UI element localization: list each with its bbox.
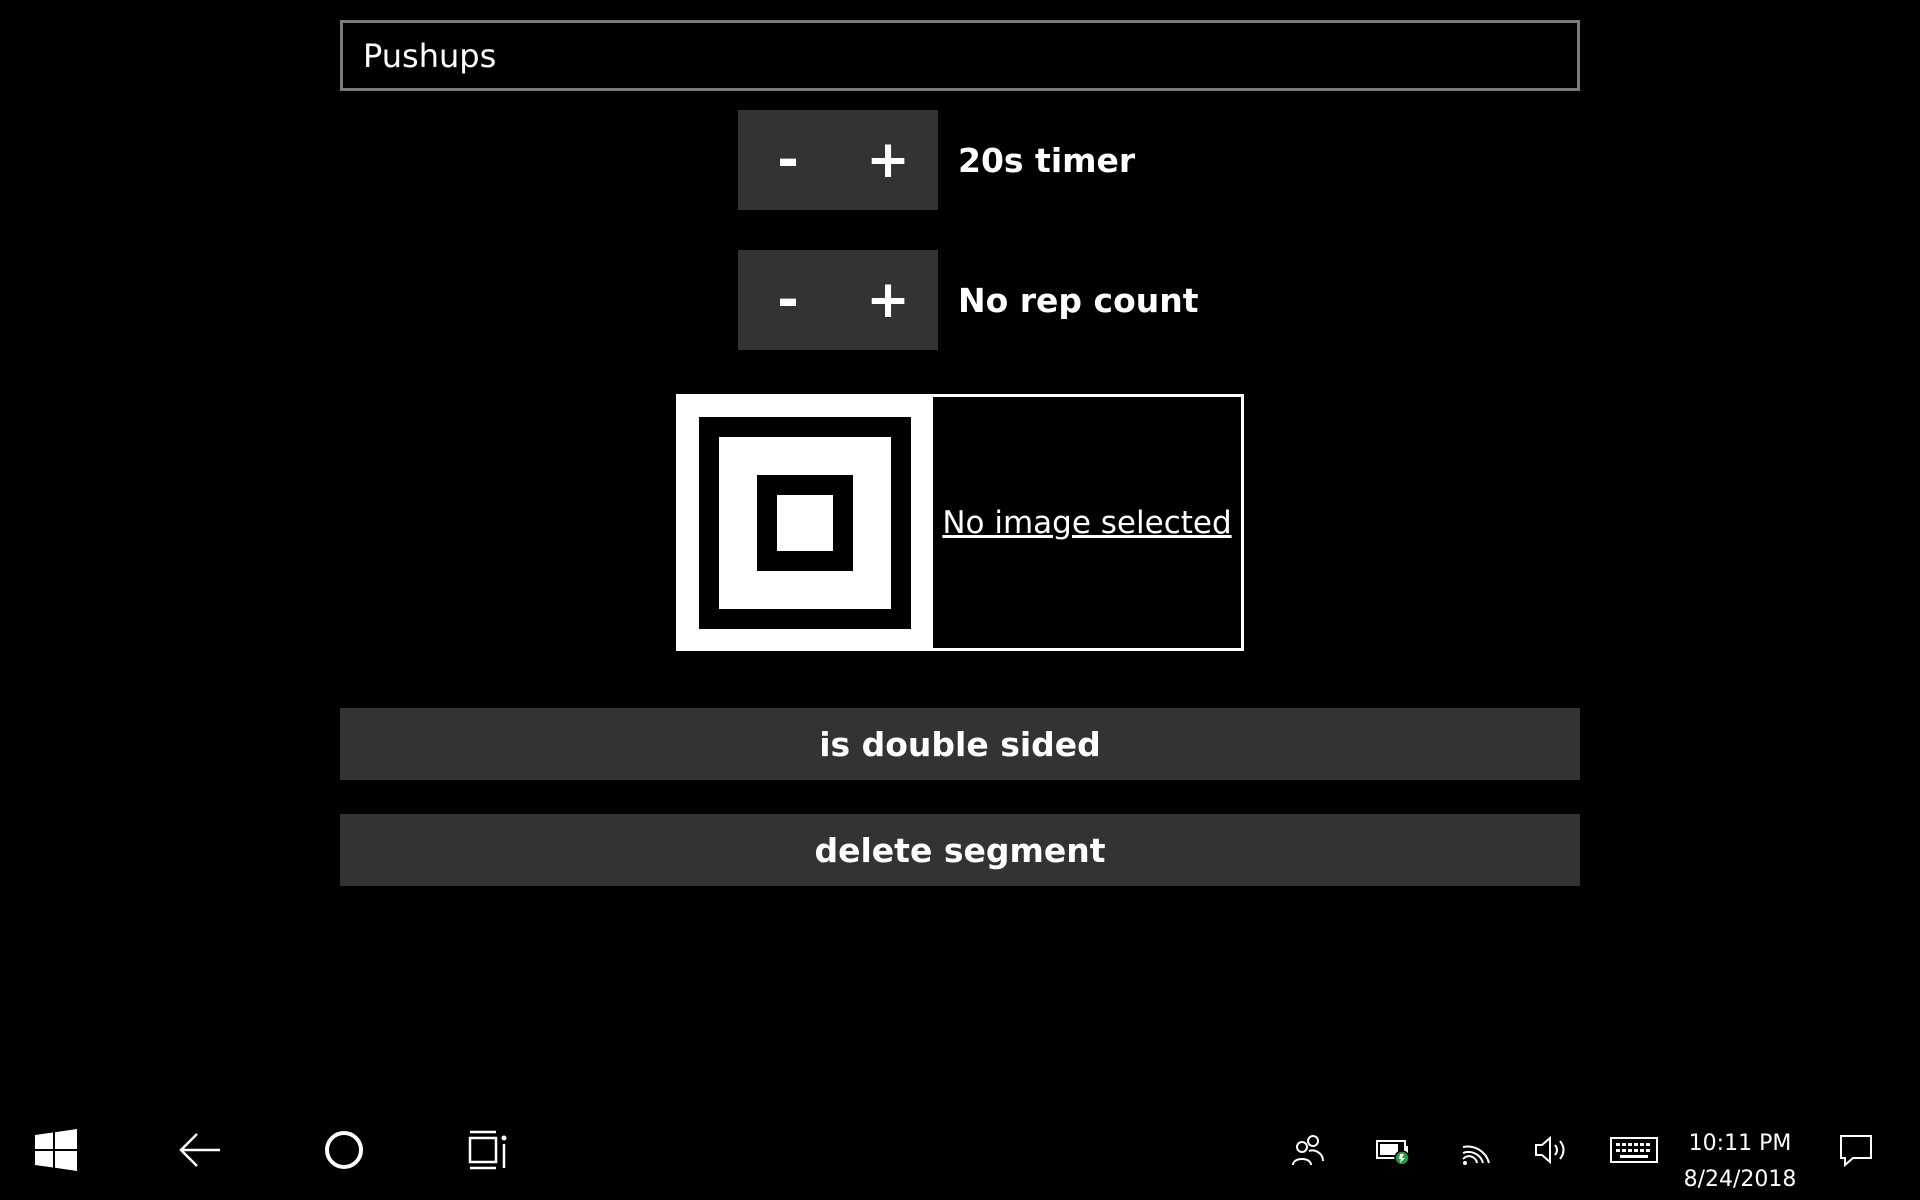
segment-name-input[interactable] [340,20,1580,91]
task-view-icon[interactable] [460,1125,516,1175]
image-picker-button[interactable]: No image selected [676,394,1244,651]
reps-decrease-button[interactable]: - [738,250,838,350]
taskbar-clock[interactable]: 10:11 PM 8/24/2018 [1670,1126,1810,1198]
no-image-selected-link[interactable]: No image selected [933,397,1241,648]
timer-stepper: - + [738,110,938,210]
wifi-icon[interactable] [1454,1128,1498,1172]
timer-decrease-button[interactable]: - [738,110,838,210]
image-placeholder-icon [679,397,933,648]
reps-increase-button[interactable]: + [838,250,938,350]
taskbar [0,1100,1920,1200]
clock-time: 10:11 PM [1688,1131,1792,1156]
people-icon[interactable] [1286,1128,1330,1172]
action-center-icon[interactable] [1834,1128,1878,1172]
reps-status-label: No rep count [958,280,1199,320]
timer-status-label: 20s timer [958,140,1136,180]
battery-icon[interactable] [1372,1128,1416,1172]
reps-stepper: - + [738,250,938,350]
back-arrow-icon[interactable] [172,1125,228,1175]
clock-date: 8/24/2018 [1683,1167,1797,1192]
windows-start-icon[interactable] [28,1125,84,1175]
reps-stepper-row: - + No rep count [738,250,1199,350]
double-sided-toggle-button[interactable]: is double sided [340,708,1580,780]
app-window: - + 20s timer - + No rep count No image … [0,0,1920,1092]
delete-segment-button[interactable]: delete segment [340,814,1580,886]
cortana-icon[interactable] [316,1125,372,1175]
timer-stepper-row: - + 20s timer [738,110,1135,210]
keyboard-icon[interactable] [1608,1128,1660,1172]
timer-increase-button[interactable]: + [838,110,938,210]
volume-icon[interactable] [1530,1128,1574,1172]
